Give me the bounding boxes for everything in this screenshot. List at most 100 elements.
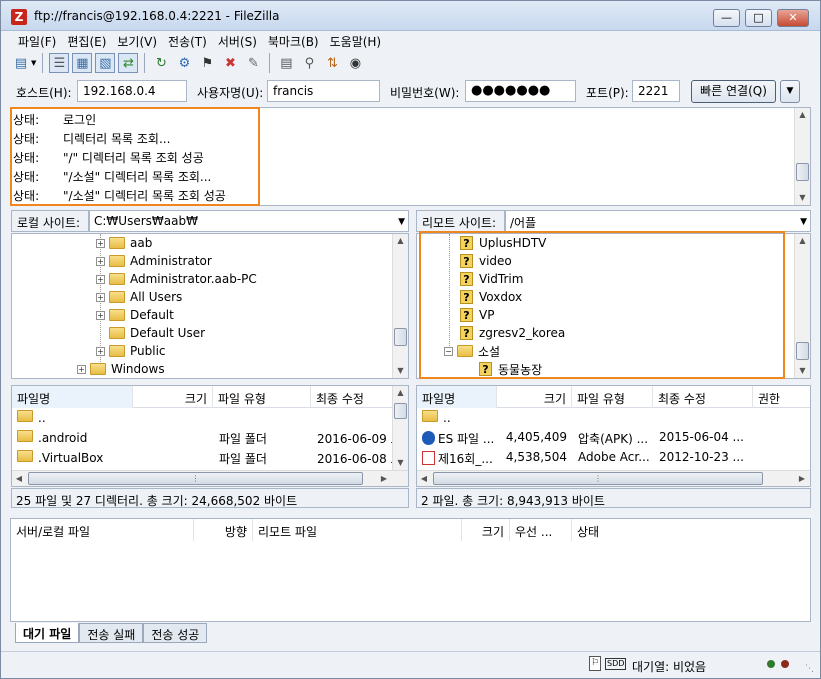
tab-failed-transfers[interactable]: 전송 실패 <box>79 623 144 643</box>
apk-file-icon <box>422 431 435 445</box>
table-row[interactable]: .. <box>417 408 810 427</box>
minimize-button[interactable]: — <box>713 9 740 27</box>
table-row[interactable]: .android 파일 폴더 2016-06-09 오 <box>12 428 408 447</box>
local-site-label: 로컬 사이트: <box>11 210 89 232</box>
local-tree-scrollbar[interactable]: ▲ ▼ <box>392 234 408 378</box>
column-permissions[interactable]: 권한 <box>753 386 810 408</box>
remote-status: 2 파일. 총 크기: 8,943,913 바이트 <box>416 488 811 508</box>
column-modified[interactable]: 최종 수정 <box>653 386 753 408</box>
port-label: 포트(P): <box>586 86 629 100</box>
folder-icon <box>109 327 125 339</box>
column-remote-file[interactable]: 리모트 파일 <box>253 519 462 541</box>
remote-list-hscrollbar[interactable]: ◀ ⋮ ▶ <box>417 470 810 486</box>
local-directory-tree: + aab + Administrator + Administrator.aab-P… <box>11 233 409 379</box>
folder-icon <box>17 410 33 422</box>
table-row[interactable]: .. <box>12 408 408 427</box>
column-type[interactable]: 파일 유형 <box>213 386 311 408</box>
menu-edit[interactable]: 편집(E) <box>62 31 112 50</box>
log-highlight-box <box>10 107 260 206</box>
column-filename[interactable]: 파일명 <box>417 386 497 408</box>
tree-item[interactable]: + Default <box>96 306 174 324</box>
site-manager-icon[interactable]: ▤ <box>11 53 31 73</box>
disconnect-icon[interactable]: ✖ <box>220 53 240 73</box>
column-priority[interactable]: 우선 ... <box>510 519 572 541</box>
remote-path-input[interactable]: /어플 ▼ <box>505 210 811 232</box>
remote-tree-scrollbar[interactable]: ▲ ▼ <box>794 234 810 378</box>
quickconnect-bar: 호스트(H): 192.168.0.4 사용자명(U): francis 비밀번… <box>1 76 820 106</box>
menu-help[interactable]: 도움말(H) <box>325 31 388 50</box>
tree-item[interactable]: + Administrator.aab-PC <box>96 270 257 288</box>
column-size[interactable]: 크기 <box>497 386 572 408</box>
column-size[interactable]: 크기 <box>133 386 213 408</box>
cancel-operation-icon[interactable]: ⚑ <box>197 53 217 73</box>
site-manager-dropdown-icon[interactable]: ▼ <box>31 59 36 67</box>
local-path-input[interactable]: C:₩Users₩aab₩ ▼ <box>89 210 409 232</box>
local-site-bar: 로컬 사이트: C:₩Users₩aab₩ ▼ <box>11 210 409 232</box>
port-input[interactable]: 2221 <box>632 80 680 102</box>
menu-view[interactable]: 보기(V) <box>112 31 163 50</box>
menu-transfer[interactable]: 전송(T) <box>163 31 213 50</box>
table-row[interactable]: ES 파일 ... 4,405,409 압축(APK) ... 2015-06-… <box>417 428 810 447</box>
local-file-list: 파일명 크기 파일 유형 최종 수정 .. .android 파일 폴더 201… <box>11 385 409 487</box>
tab-queued-files[interactable]: 대기 파일 <box>15 623 80 643</box>
tree-item[interactable]: + All Users <box>96 288 182 306</box>
toggle-queue-icon[interactable]: ⇄ <box>118 53 139 73</box>
compare-directories-icon[interactable]: ⚲ <box>299 53 319 73</box>
chevron-down-icon: ▼ <box>800 217 807 227</box>
tree-item[interactable]: + aab <box>96 234 152 252</box>
tree-item[interactable]: + Windows <box>77 360 165 378</box>
folder-icon <box>17 430 33 442</box>
resize-grip-icon[interactable]: ⋱ <box>805 664 814 674</box>
tree-item[interactable]: Default User <box>109 324 205 342</box>
local-list-hscrollbar[interactable]: ◀ ⋮ ▶ <box>12 470 408 486</box>
column-type[interactable]: 파일 유형 <box>572 386 653 408</box>
process-queue-icon[interactable]: ⚙ <box>174 53 194 73</box>
host-label: 호스트(H): <box>16 86 72 100</box>
filezilla-logo-icon: Z <box>11 9 27 25</box>
directory-listing-filter-icon[interactable]: ▤ <box>276 53 296 73</box>
local-status: 25 파일 및 27 디렉터리. 총 크기: 24,668,502 바이트 <box>11 488 409 508</box>
close-button[interactable]: ✕ <box>777 9 809 27</box>
remote-tree-highlight-box <box>419 231 785 379</box>
local-list-scrollbar[interactable]: ▲ ▼ <box>392 386 408 470</box>
username-input[interactable]: francis <box>267 80 380 102</box>
transfer-queue: 서버/로컬 파일 방향 리모트 파일 크기 우선 ... 상태 <box>10 518 811 622</box>
column-filename[interactable]: 파일명 <box>12 386 133 408</box>
tree-item[interactable]: + Administrator <box>96 252 212 270</box>
menu-bookmarks[interactable]: 북마크(B) <box>263 31 325 50</box>
column-local-file[interactable]: 서버/로컬 파일 <box>11 519 194 541</box>
password-input[interactable]: ●●●●●●● <box>465 80 576 102</box>
remote-file-list: 파일명 크기 파일 유형 최종 수정 권한 .. ES 파일 ... 4,405… <box>416 385 811 487</box>
menu-bar: 파일(F) 편집(E) 보기(V) 전송(T) 서버(S) 북마크(B) 도움말… <box>1 31 820 50</box>
maximize-button[interactable]: □ <box>745 9 772 27</box>
quickconnect-dropdown-icon[interactable]: ▼ <box>780 80 800 103</box>
toolbar: ▤ ▼ ☰ ▦ ▧ ⇄ ↻ ⚙ ⚑ ✖ ✎ ▤ ⚲ ⇅ ◉ <box>1 50 820 76</box>
remote-site-label: 리모트 사이트: <box>416 210 505 232</box>
table-row[interactable]: .VirtualBox 파일 폴더 2016-06-08 오 <box>12 448 408 467</box>
upload-led-icon <box>767 660 775 668</box>
table-row[interactable]: 제16회_... 4,538,504 Adobe Acr... 2012-10-… <box>417 448 810 467</box>
folder-icon <box>17 450 33 462</box>
column-status[interactable]: 상태 <box>572 519 652 541</box>
search-files-icon[interactable]: ◉ <box>345 53 365 73</box>
filezilla-window: Z ftp://francis@192.168.0.4:2221 - FileZ… <box>0 0 821 679</box>
tree-item[interactable]: + Public <box>96 342 166 360</box>
remote-file-list-header: 파일명 크기 파일 유형 최종 수정 권한 <box>417 386 810 408</box>
toggle-remote-tree-icon[interactable]: ▧ <box>95 53 116 73</box>
column-direction[interactable]: 방향 <box>194 519 253 541</box>
column-size[interactable]: 크기 <box>462 519 510 541</box>
log-scrollbar[interactable]: ▲ ▼ <box>794 108 810 205</box>
menu-server[interactable]: 서버(S) <box>213 31 263 50</box>
folder-icon <box>422 410 438 422</box>
status-bar: ⚐ SDD 대기열: 비었음 ⋱ <box>1 651 820 678</box>
toggle-local-tree-icon[interactable]: ▦ <box>72 53 93 73</box>
column-modified[interactable]: 최종 수정 <box>311 386 394 408</box>
tab-successful-transfers[interactable]: 전송 성공 <box>143 623 208 643</box>
menu-file[interactable]: 파일(F) <box>13 31 62 50</box>
reconnect-icon[interactable]: ✎ <box>243 53 263 73</box>
quickconnect-button[interactable]: 빠른 연결(Q) <box>691 80 776 103</box>
host-input[interactable]: 192.168.0.4 <box>77 80 187 102</box>
synchronized-browsing-icon[interactable]: ⇅ <box>322 53 342 73</box>
toggle-log-icon[interactable]: ☰ <box>49 53 70 73</box>
refresh-icon[interactable]: ↻ <box>151 53 171 73</box>
